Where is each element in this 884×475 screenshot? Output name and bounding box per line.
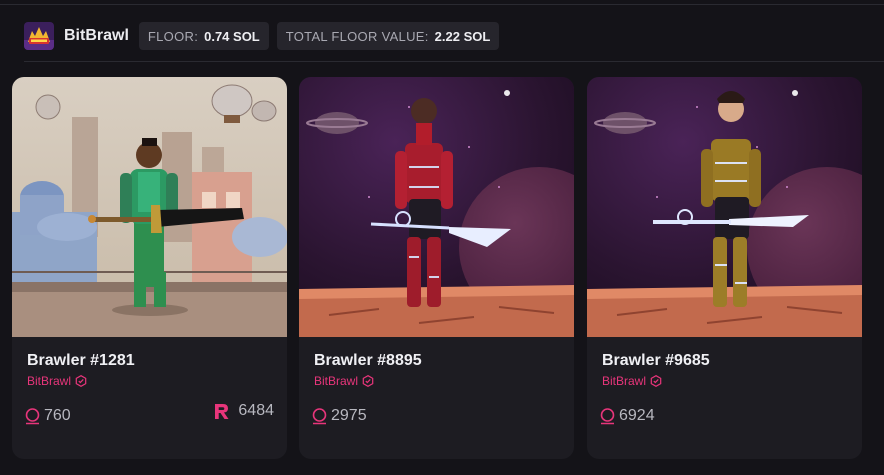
nft-title[interactable]: Brawler #9685 [602, 352, 710, 370]
nft-image[interactable] [587, 77, 862, 337]
verified-badge-icon [75, 375, 87, 387]
nft-collection-label: BitBrawl [27, 374, 72, 388]
verified-badge-icon [650, 375, 662, 387]
rank-value: 6924 [619, 407, 655, 424]
page: BitBrawl FLOOR: 0.74 SOL TOTAL FLOOR VAL… [0, 0, 884, 475]
floor-stat: FLOOR: 0.74 SOL [138, 22, 269, 50]
rank-value: 2975 [331, 407, 367, 424]
total-floor-stat: TOTAL FLOOR VALUE: 2.22 SOL [276, 22, 500, 50]
verified-badge-icon [362, 375, 374, 387]
collection-header: BitBrawl FLOOR: 0.74 SOL TOTAL FLOOR VAL… [24, 22, 500, 50]
header-divider [24, 61, 884, 62]
rank-icon [24, 407, 41, 425]
total-floor-value: 2.22 SOL [434, 28, 491, 44]
nft-card[interactable]: Brawler #1281 BitBrawl 760 6484 [12, 77, 287, 459]
rank-icon [599, 407, 616, 425]
bitbrawl-logo-icon[interactable] [24, 22, 54, 50]
rarity-r-icon [213, 403, 230, 420]
nft-image[interactable] [299, 77, 574, 337]
nft-title[interactable]: Brawler #8895 [314, 352, 422, 370]
nft-card[interactable]: Brawler #9685 BitBrawl 6924 [587, 77, 862, 459]
rank-value: 760 [44, 407, 71, 424]
collection-name[interactable]: BitBrawl [64, 27, 129, 45]
rank-indicator: 6924 [599, 407, 655, 425]
total-floor-label: TOTAL FLOOR VALUE: [285, 28, 429, 44]
floor-value: 0.74 SOL [204, 28, 260, 44]
nft-collection-link[interactable]: BitBrawl [27, 374, 87, 388]
top-divider [0, 4, 884, 5]
rank-icon [311, 407, 328, 425]
nft-card[interactable]: Brawler #8895 BitBrawl 2975 [299, 77, 574, 459]
nft-collection-link[interactable]: BitBrawl [314, 374, 374, 388]
floor-label: FLOOR: [147, 28, 199, 44]
nft-collection-label: BitBrawl [602, 374, 647, 388]
nft-image[interactable] [12, 77, 287, 337]
nft-collection-link[interactable]: BitBrawl [602, 374, 662, 388]
rarity-value: 6484 [238, 402, 274, 419]
nft-collection-label: BitBrawl [314, 374, 359, 388]
rank-indicator: 2975 [311, 407, 367, 425]
rarity-indicator: 6484 [213, 402, 274, 420]
rank-indicator: 760 [24, 407, 71, 425]
nft-title[interactable]: Brawler #1281 [27, 352, 135, 370]
